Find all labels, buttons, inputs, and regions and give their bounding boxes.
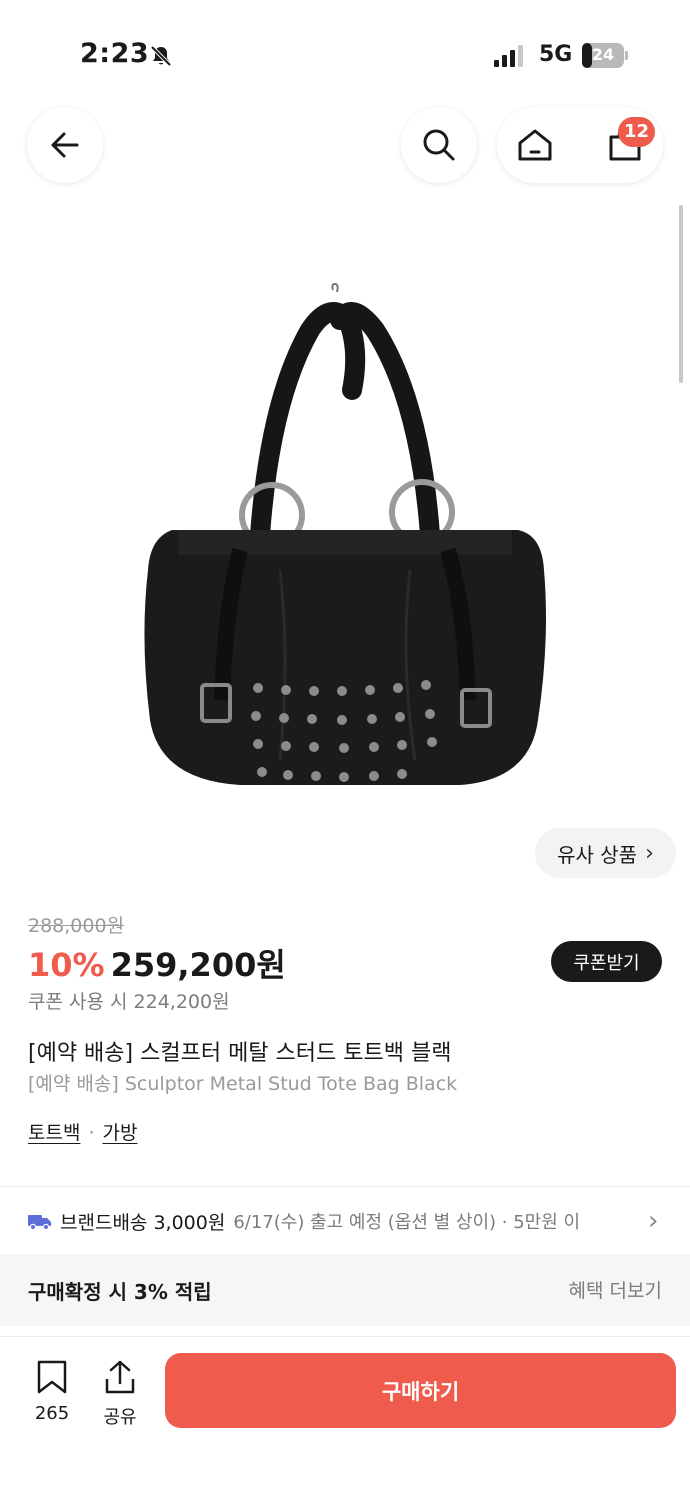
sale-price: 259,200원: [110, 946, 286, 984]
status-time: 2:23: [80, 38, 150, 69]
chevron-right-icon: ›: [648, 1206, 659, 1236]
product-title-korean: [예약 배송] 스컬프터 메탈 스터드 토트백 블랙: [28, 1041, 452, 1066]
category-link-bag[interactable]: 가방: [103, 1118, 138, 1145]
category-link-tote-bag[interactable]: 토트백: [28, 1118, 80, 1145]
bookmark-icon: [37, 1360, 67, 1394]
arrow-left-icon: [51, 132, 79, 158]
category-breadcrumb: 토트백 · 가방: [28, 1118, 137, 1145]
share-label: 공유: [103, 1407, 137, 1428]
network-type: 5G: [539, 42, 573, 67]
benefit-bar[interactable]: 구매확정 시 3% 적립 혜택 더보기: [0, 1254, 690, 1326]
back-button[interactable]: [27, 107, 103, 183]
coupon-price: 쿠폰 사용 시 224,200원: [28, 991, 230, 1013]
home-icon: [518, 129, 552, 161]
truck-icon: [28, 1215, 51, 1231]
status-bar: 2:23 5G 24: [0, 0, 690, 110]
similar-products-label: 유사 상품: [557, 842, 638, 867]
product-title-english: [예약 배송] Sculptor Metal Stud Tote Bag Bla…: [28, 1073, 458, 1095]
product-image[interactable]: [130, 280, 560, 810]
bell-slash-icon: [150, 45, 172, 67]
cart-count-badge: 12: [618, 117, 656, 147]
buy-button[interactable]: 구매하기: [165, 1353, 676, 1428]
divider: [0, 1186, 690, 1187]
price-row: 10% 259,200원: [28, 940, 286, 986]
home-button[interactable]: [497, 107, 573, 183]
share-button[interactable]: 공유: [92, 1359, 148, 1429]
search-icon: [423, 129, 455, 161]
shipping-detail: 6/17(수) 출고 예정 (옵션 별 상이) · 5만원 이: [233, 1212, 581, 1233]
battery-percent: 24: [591, 45, 615, 64]
get-coupon-button[interactable]: 쿠폰받기: [551, 941, 662, 982]
bookmark-button[interactable]: 265: [22, 1359, 82, 1424]
bottom-action-bar: 265 공유 구매하기: [0, 1336, 690, 1500]
shipping-fee: 브랜드배송 3,000원: [60, 1211, 226, 1234]
cellular-signal-icon: [494, 45, 523, 67]
shipping-info-row[interactable]: 브랜드배송 3,000원 6/17(수) 출고 예정 (옵션 별 상이) · 5…: [28, 1196, 668, 1246]
scroll-indicator: [679, 205, 683, 383]
original-price: 288,000원: [28, 915, 125, 937]
search-button[interactable]: [401, 107, 477, 183]
bookmark-count: 265: [34, 1403, 70, 1424]
similar-products-button[interactable]: 유사 상품 ›: [535, 828, 676, 878]
battery-icon: 24: [582, 43, 628, 68]
chevron-right-icon: ›: [645, 840, 654, 866]
category-separator: ·: [88, 1122, 95, 1144]
share-icon: [105, 1360, 135, 1394]
benefit-more-link[interactable]: 혜택 더보기: [569, 1276, 662, 1303]
benefit-title: 구매확정 시 3% 적립: [28, 1280, 212, 1304]
discount-rate: 10%: [28, 946, 105, 984]
